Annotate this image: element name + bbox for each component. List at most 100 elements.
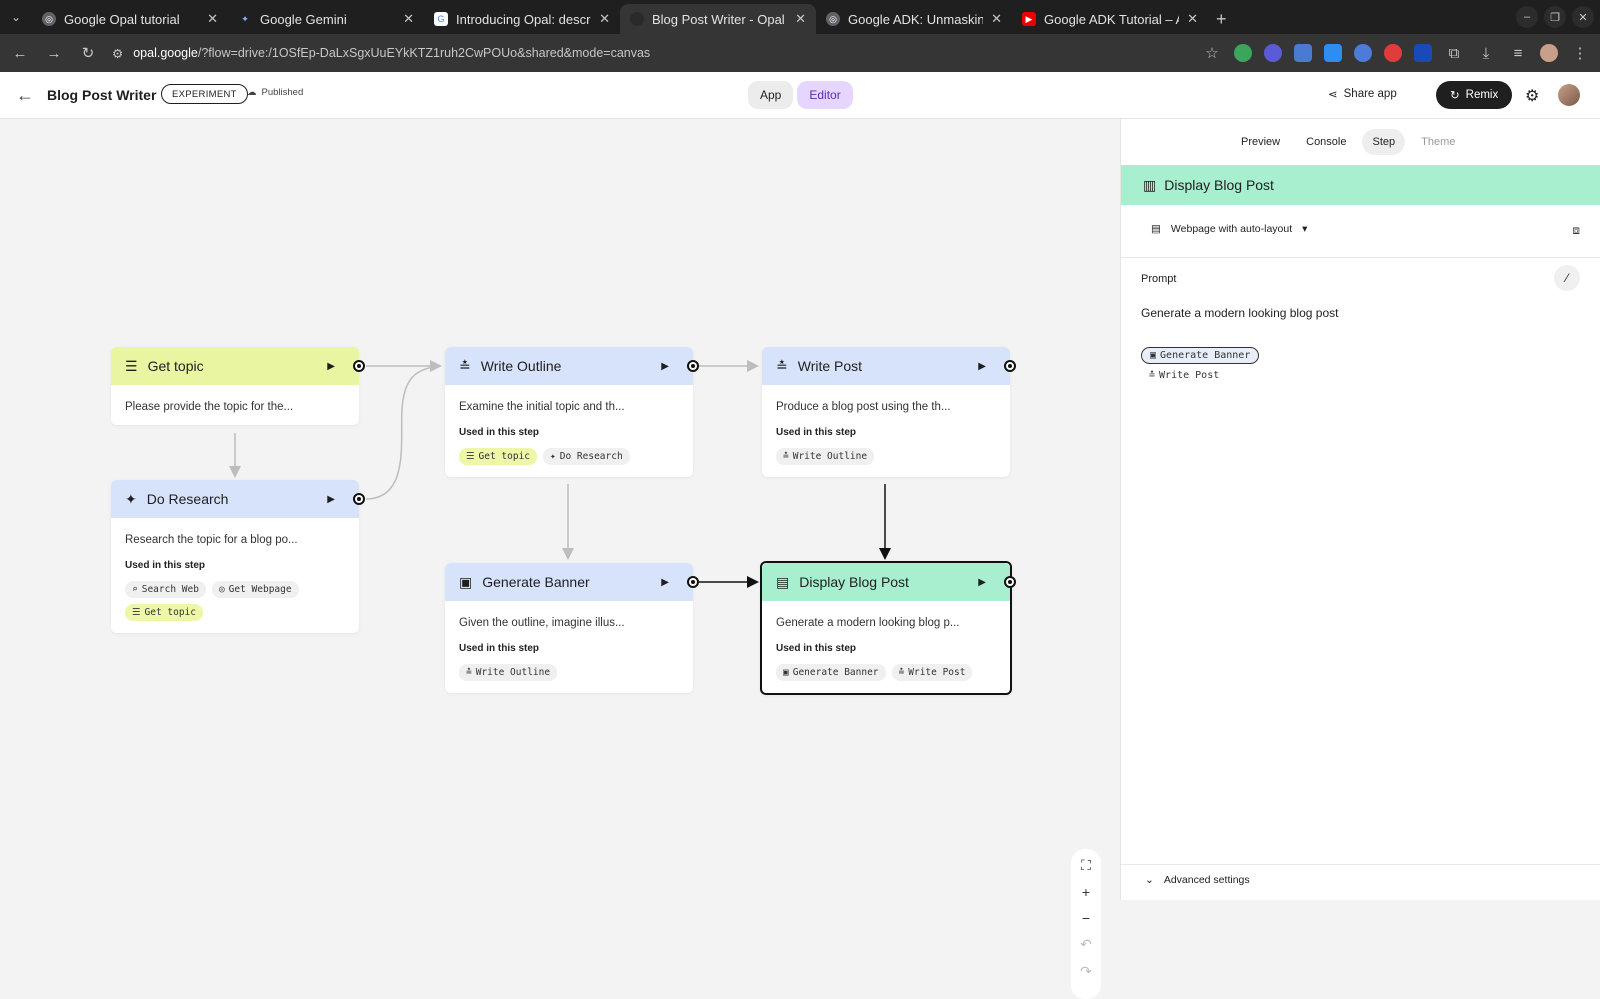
node-write-outline[interactable]: ≛ Write Outline ▶ Examine the initial to… bbox=[445, 347, 699, 477]
extension-icon[interactable] bbox=[1354, 44, 1372, 62]
restore-icon[interactable]: ❐ bbox=[1544, 6, 1566, 28]
close-tab-icon[interactable]: ✕ bbox=[599, 11, 610, 27]
zoom-out-icon[interactable]: − bbox=[1082, 910, 1090, 926]
share-app-button[interactable]: ⋖ Share app bbox=[1328, 87, 1397, 101]
browser-tab-active[interactable]: Blog Post Writer - Opal [ ✕ bbox=[620, 4, 816, 34]
tab-preview[interactable]: Preview bbox=[1231, 129, 1290, 155]
node-header[interactable]: ✦ Do Research ▶ bbox=[111, 480, 365, 518]
node-header[interactable]: ≛ Write Post ▶ bbox=[762, 347, 1016, 385]
translate-icon[interactable] bbox=[1294, 44, 1312, 62]
input-icon: ☰ bbox=[466, 451, 475, 462]
node-get-topic[interactable]: ☰ Get topic ▶ Please provide the topic f… bbox=[111, 347, 365, 425]
zoom-in-icon[interactable]: + bbox=[1082, 884, 1090, 900]
browser-tab[interactable]: G Introducing Opal: descri ✕ bbox=[424, 4, 620, 34]
run-node-icon[interactable]: ▶ bbox=[978, 361, 986, 372]
output-port[interactable] bbox=[687, 360, 699, 372]
chip-get-webpage[interactable]: ◎ Get Webpage bbox=[211, 581, 299, 598]
site-info-icon[interactable]: ⚙ bbox=[112, 46, 123, 61]
output-port[interactable] bbox=[353, 360, 365, 372]
close-tab-icon[interactable]: ✕ bbox=[403, 11, 414, 27]
bookmark-star-icon[interactable]: ☆ bbox=[1202, 44, 1222, 62]
browser-tab[interactable]: ◎ Google ADK: Unmasking ✕ bbox=[816, 4, 1012, 34]
run-node-icon[interactable]: ▶ bbox=[327, 494, 335, 505]
image-gen-icon: ▣ bbox=[459, 573, 473, 590]
node-header[interactable]: ▤ Display Blog Post ▶ bbox=[762, 563, 1016, 601]
magic-wand-icon[interactable]: ⁄ bbox=[1554, 265, 1580, 291]
run-node-icon[interactable]: ▶ bbox=[978, 577, 986, 588]
mode-app-button[interactable]: App bbox=[748, 81, 794, 109]
close-window-icon[interactable]: ✕ bbox=[1572, 6, 1594, 28]
chip-generate-banner[interactable]: ▣ Generate Banner bbox=[776, 664, 886, 681]
node-header[interactable]: ≛ Write Outline ▶ bbox=[445, 347, 699, 385]
chip-write-outline[interactable]: ≛ Write Outline bbox=[459, 664, 558, 681]
undo-icon[interactable]: ↶ bbox=[1080, 936, 1092, 953]
remix-button[interactable]: ↻ Remix bbox=[1436, 81, 1513, 109]
profile-avatar[interactable] bbox=[1540, 44, 1558, 62]
download-icon[interactable]: ⤓ bbox=[1476, 45, 1496, 62]
media-icon[interactable]: ≡ bbox=[1508, 45, 1528, 62]
node-do-research[interactable]: ✦ Do Research ▶ Research the topic for a… bbox=[111, 480, 365, 633]
text-gen-icon: ≛ bbox=[898, 667, 905, 678]
fit-view-icon[interactable]: ⛶ bbox=[1081, 857, 1091, 874]
output-port[interactable] bbox=[1004, 360, 1016, 372]
node-title: Display Blog Post bbox=[799, 574, 909, 590]
node-header[interactable]: ▣ Generate Banner ▶ bbox=[445, 563, 699, 601]
extension-icon[interactable] bbox=[1384, 44, 1402, 62]
extension-icon[interactable] bbox=[1264, 44, 1282, 62]
prompt-text[interactable]: Generate a modern looking blog post bbox=[1141, 306, 1338, 320]
node-title: Write Outline bbox=[480, 358, 562, 374]
chip-write-post[interactable]: ≛ Write Post bbox=[891, 664, 973, 681]
run-node-icon[interactable]: ▶ bbox=[661, 577, 669, 588]
browser-tab[interactable]: ▶ Google ADK Tutorial – A ✕ bbox=[1012, 4, 1208, 34]
tab-console[interactable]: Console bbox=[1296, 129, 1356, 155]
flow-canvas[interactable]: ☰ Get topic ▶ Please provide the topic f… bbox=[0, 119, 1120, 999]
node-generate-banner[interactable]: ▣ Generate Banner ▶ Given the outline, i… bbox=[445, 563, 699, 693]
node-display-blog-post[interactable]: ▤ Display Blog Post ▶ Generate a modern … bbox=[760, 561, 1016, 695]
chip-get-topic[interactable]: ☰ Get topic bbox=[459, 448, 538, 465]
menu-kebab-icon[interactable]: ⋮ bbox=[1570, 44, 1590, 62]
close-tab-icon[interactable]: ✕ bbox=[795, 11, 806, 27]
chip-write-outline[interactable]: ≛ Write Outline bbox=[776, 448, 875, 465]
close-tab-icon[interactable]: ✕ bbox=[207, 11, 218, 27]
back-icon[interactable]: ← bbox=[10, 45, 30, 62]
toolbox-icon[interactable]: ⧈ bbox=[1572, 223, 1580, 238]
prompt-chip-write-post[interactable]: ≛ Write Post bbox=[1141, 367, 1227, 384]
tab-step[interactable]: Step bbox=[1362, 129, 1406, 155]
prompt-label: Prompt bbox=[1141, 273, 1177, 285]
close-tab-icon[interactable]: ✕ bbox=[1187, 11, 1198, 27]
layout-select[interactable]: ▤ Webpage with auto-layout ▾ bbox=[1151, 223, 1307, 235]
avatar[interactable] bbox=[1558, 84, 1580, 106]
redo-icon[interactable]: ↷ bbox=[1080, 963, 1092, 980]
tab-search-icon[interactable]: ⌄ bbox=[0, 0, 32, 34]
close-tab-icon[interactable]: ✕ bbox=[991, 11, 1002, 27]
browser-tab[interactable]: ◎ Google Opal tutorial ✕ bbox=[32, 4, 228, 34]
extension-icon[interactable] bbox=[1324, 44, 1342, 62]
chip-do-research[interactable]: ✦ Do Research bbox=[543, 448, 630, 465]
advanced-settings-toggle[interactable]: ⌄ Advanced settings bbox=[1145, 874, 1250, 886]
minimize-icon[interactable]: – bbox=[1516, 6, 1538, 28]
extension-icon[interactable] bbox=[1414, 44, 1432, 62]
grammarly-icon[interactable] bbox=[1234, 44, 1252, 62]
node-header[interactable]: ☰ Get topic ▶ bbox=[111, 347, 365, 385]
run-node-icon[interactable]: ▶ bbox=[327, 361, 335, 372]
mode-editor-button[interactable]: Editor bbox=[797, 81, 853, 109]
puzzle-icon[interactable]: ⧉ bbox=[1444, 45, 1464, 62]
back-arrow-icon[interactable]: ← bbox=[16, 85, 34, 106]
output-port[interactable] bbox=[687, 576, 699, 588]
url-field[interactable]: ⚙ opal.google/?flow=drive:/1OSfEp-DaLxSg… bbox=[112, 39, 1188, 67]
output-port[interactable] bbox=[1004, 576, 1016, 588]
chip-search-web[interactable]: ⌕ Search Web bbox=[125, 581, 206, 598]
prompt-chip-generate-banner[interactable]: ▣ Generate Banner bbox=[1141, 347, 1260, 364]
chip-label: Do Research bbox=[559, 451, 623, 462]
new-tab-icon[interactable]: + bbox=[1216, 4, 1227, 34]
tab-theme[interactable]: Theme bbox=[1411, 129, 1465, 155]
reload-icon[interactable]: ↻ bbox=[78, 44, 98, 62]
forward-icon[interactable]: → bbox=[44, 45, 64, 62]
chip-get-topic[interactable]: ☰ Get topic bbox=[125, 604, 204, 621]
settings-gear-icon[interactable]: ⚙ bbox=[1525, 86, 1539, 106]
node-write-post[interactable]: ≛ Write Post ▶ Produce a blog post using… bbox=[762, 347, 1016, 477]
browser-tab[interactable]: ✦ Google Gemini ✕ bbox=[228, 4, 424, 34]
published-label: Published bbox=[261, 87, 304, 98]
run-node-icon[interactable]: ▶ bbox=[661, 361, 669, 372]
output-port[interactable] bbox=[353, 493, 365, 505]
